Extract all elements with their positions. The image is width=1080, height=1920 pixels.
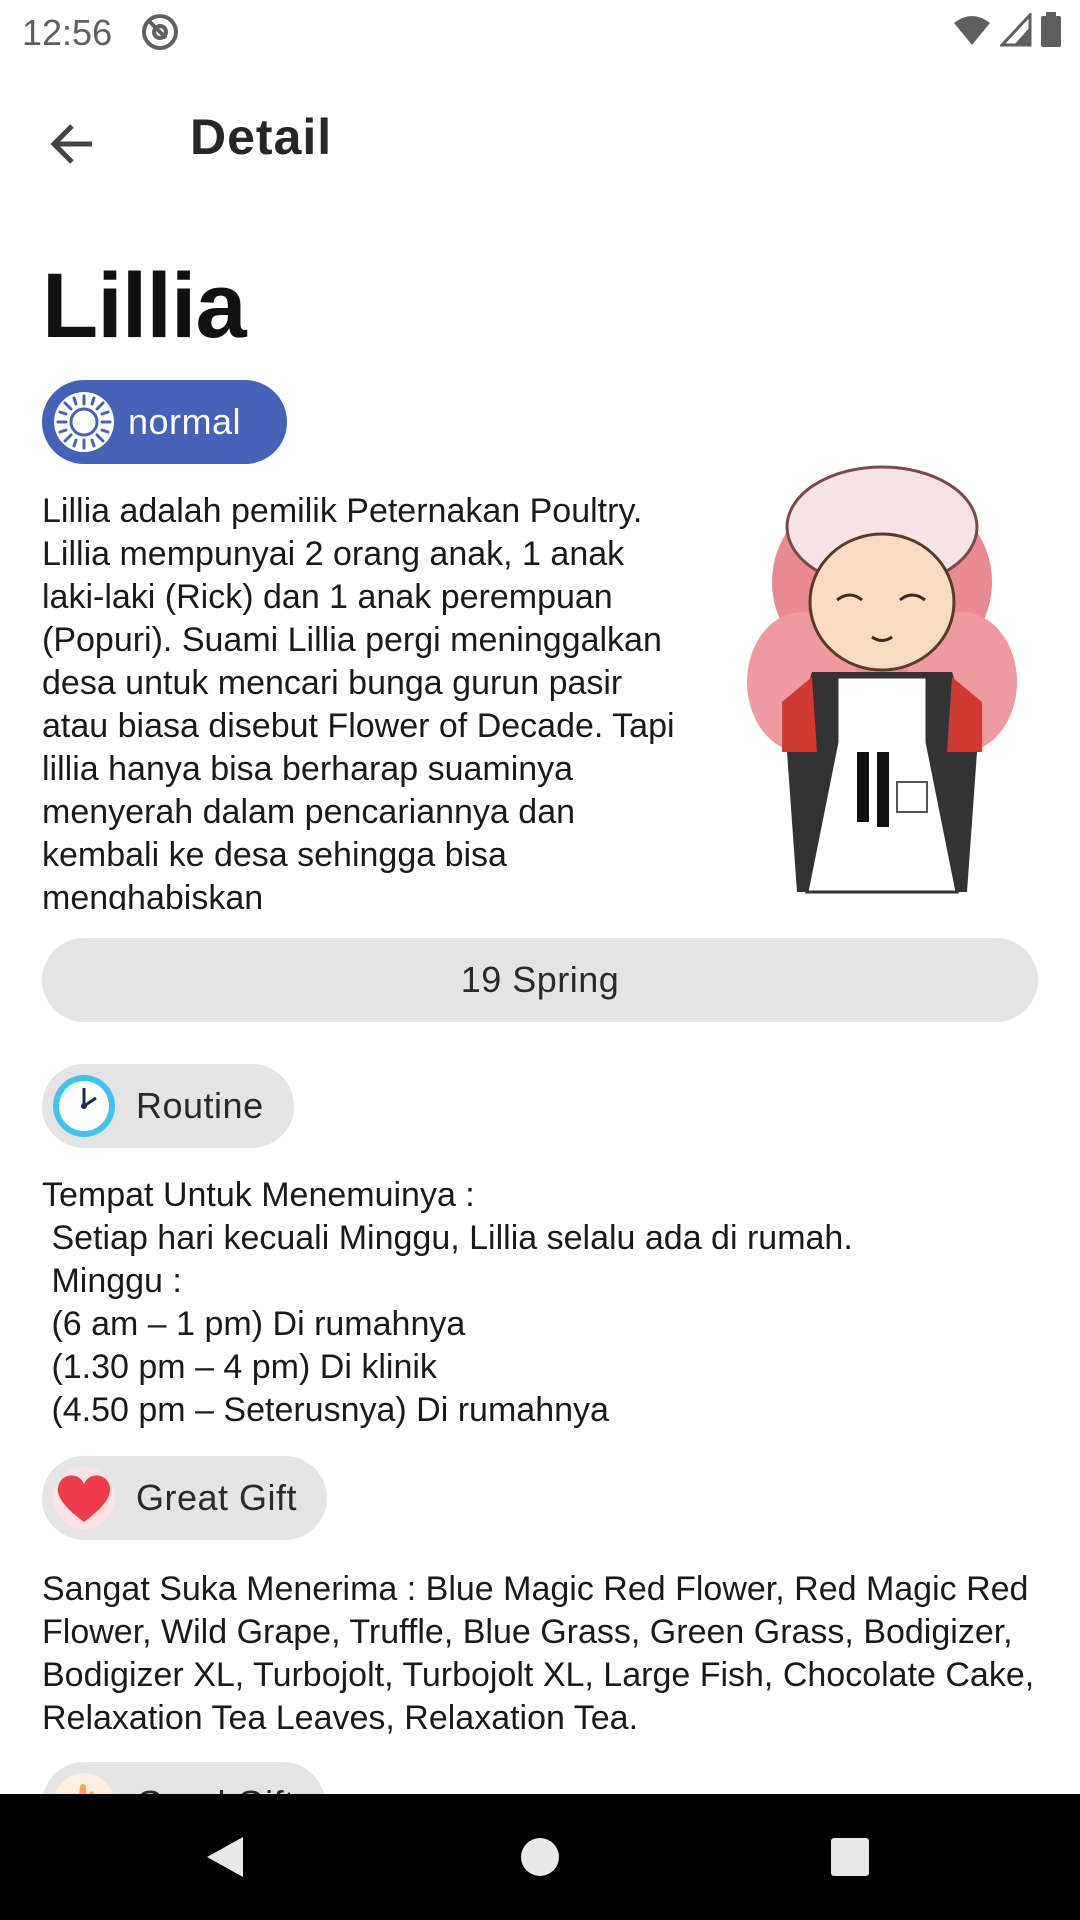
type-chip: normal <box>42 380 287 464</box>
routine-label: Routine <box>136 1085 264 1126</box>
villager-portrait <box>747 465 1017 894</box>
nav-recents-button[interactable] <box>820 1827 880 1887</box>
good-gift-label: Good Gift <box>136 1783 295 1794</box>
nav-home-icon <box>521 1838 559 1876</box>
page-title: Detail <box>190 109 333 165</box>
good-gift-chip: Good Gift <box>42 1762 325 1794</box>
status-time: 12:56 <box>22 12 113 53</box>
nav-back-icon <box>207 1837 243 1877</box>
back-button[interactable] <box>34 106 110 182</box>
detail-content[interactable]: Lillia normal Lillia adalah pemilik Pete… <box>0 212 1080 1794</box>
cell-signal-icon <box>1000 13 1032 47</box>
routine-text: Tempat Untuk Menemuinya : Setiap hari ke… <box>42 1176 853 1429</box>
birthday-chip: 19 Spring <box>42 938 1038 1022</box>
status-bar: 12:56 <box>0 0 1080 64</box>
arrow-back-icon <box>50 124 92 164</box>
routine-chip: Routine <box>42 1064 294 1148</box>
heart-icon <box>53 1467 115 1529</box>
nav-back-button[interactable] <box>195 1827 255 1887</box>
sun-icon <box>54 392 114 452</box>
system-nav-bar <box>0 1794 1080 1920</box>
villager-description: Lillia adalah pemilik Peternakan Poultry… <box>42 492 675 910</box>
great-gift-label: Great Gift <box>136 1477 298 1518</box>
type-label: normal <box>128 401 242 442</box>
status-icons <box>952 12 1062 48</box>
nav-home-button[interactable] <box>510 1827 570 1887</box>
clock-icon <box>53 1075 115 1137</box>
at-sign-icon <box>142 14 178 50</box>
nav-recents-icon <box>831 1838 869 1876</box>
great-gift-text: Sangat Suka Menerima : Blue Magic Red Fl… <box>42 1570 1035 1737</box>
app-bar: Detail <box>0 64 1080 212</box>
villager-name: Lillia <box>42 255 247 357</box>
great-gift-chip: Great Gift <box>42 1456 328 1540</box>
hand-icon <box>54 1773 114 1794</box>
battery-icon <box>1041 12 1061 47</box>
wifi-icon <box>954 16 990 45</box>
